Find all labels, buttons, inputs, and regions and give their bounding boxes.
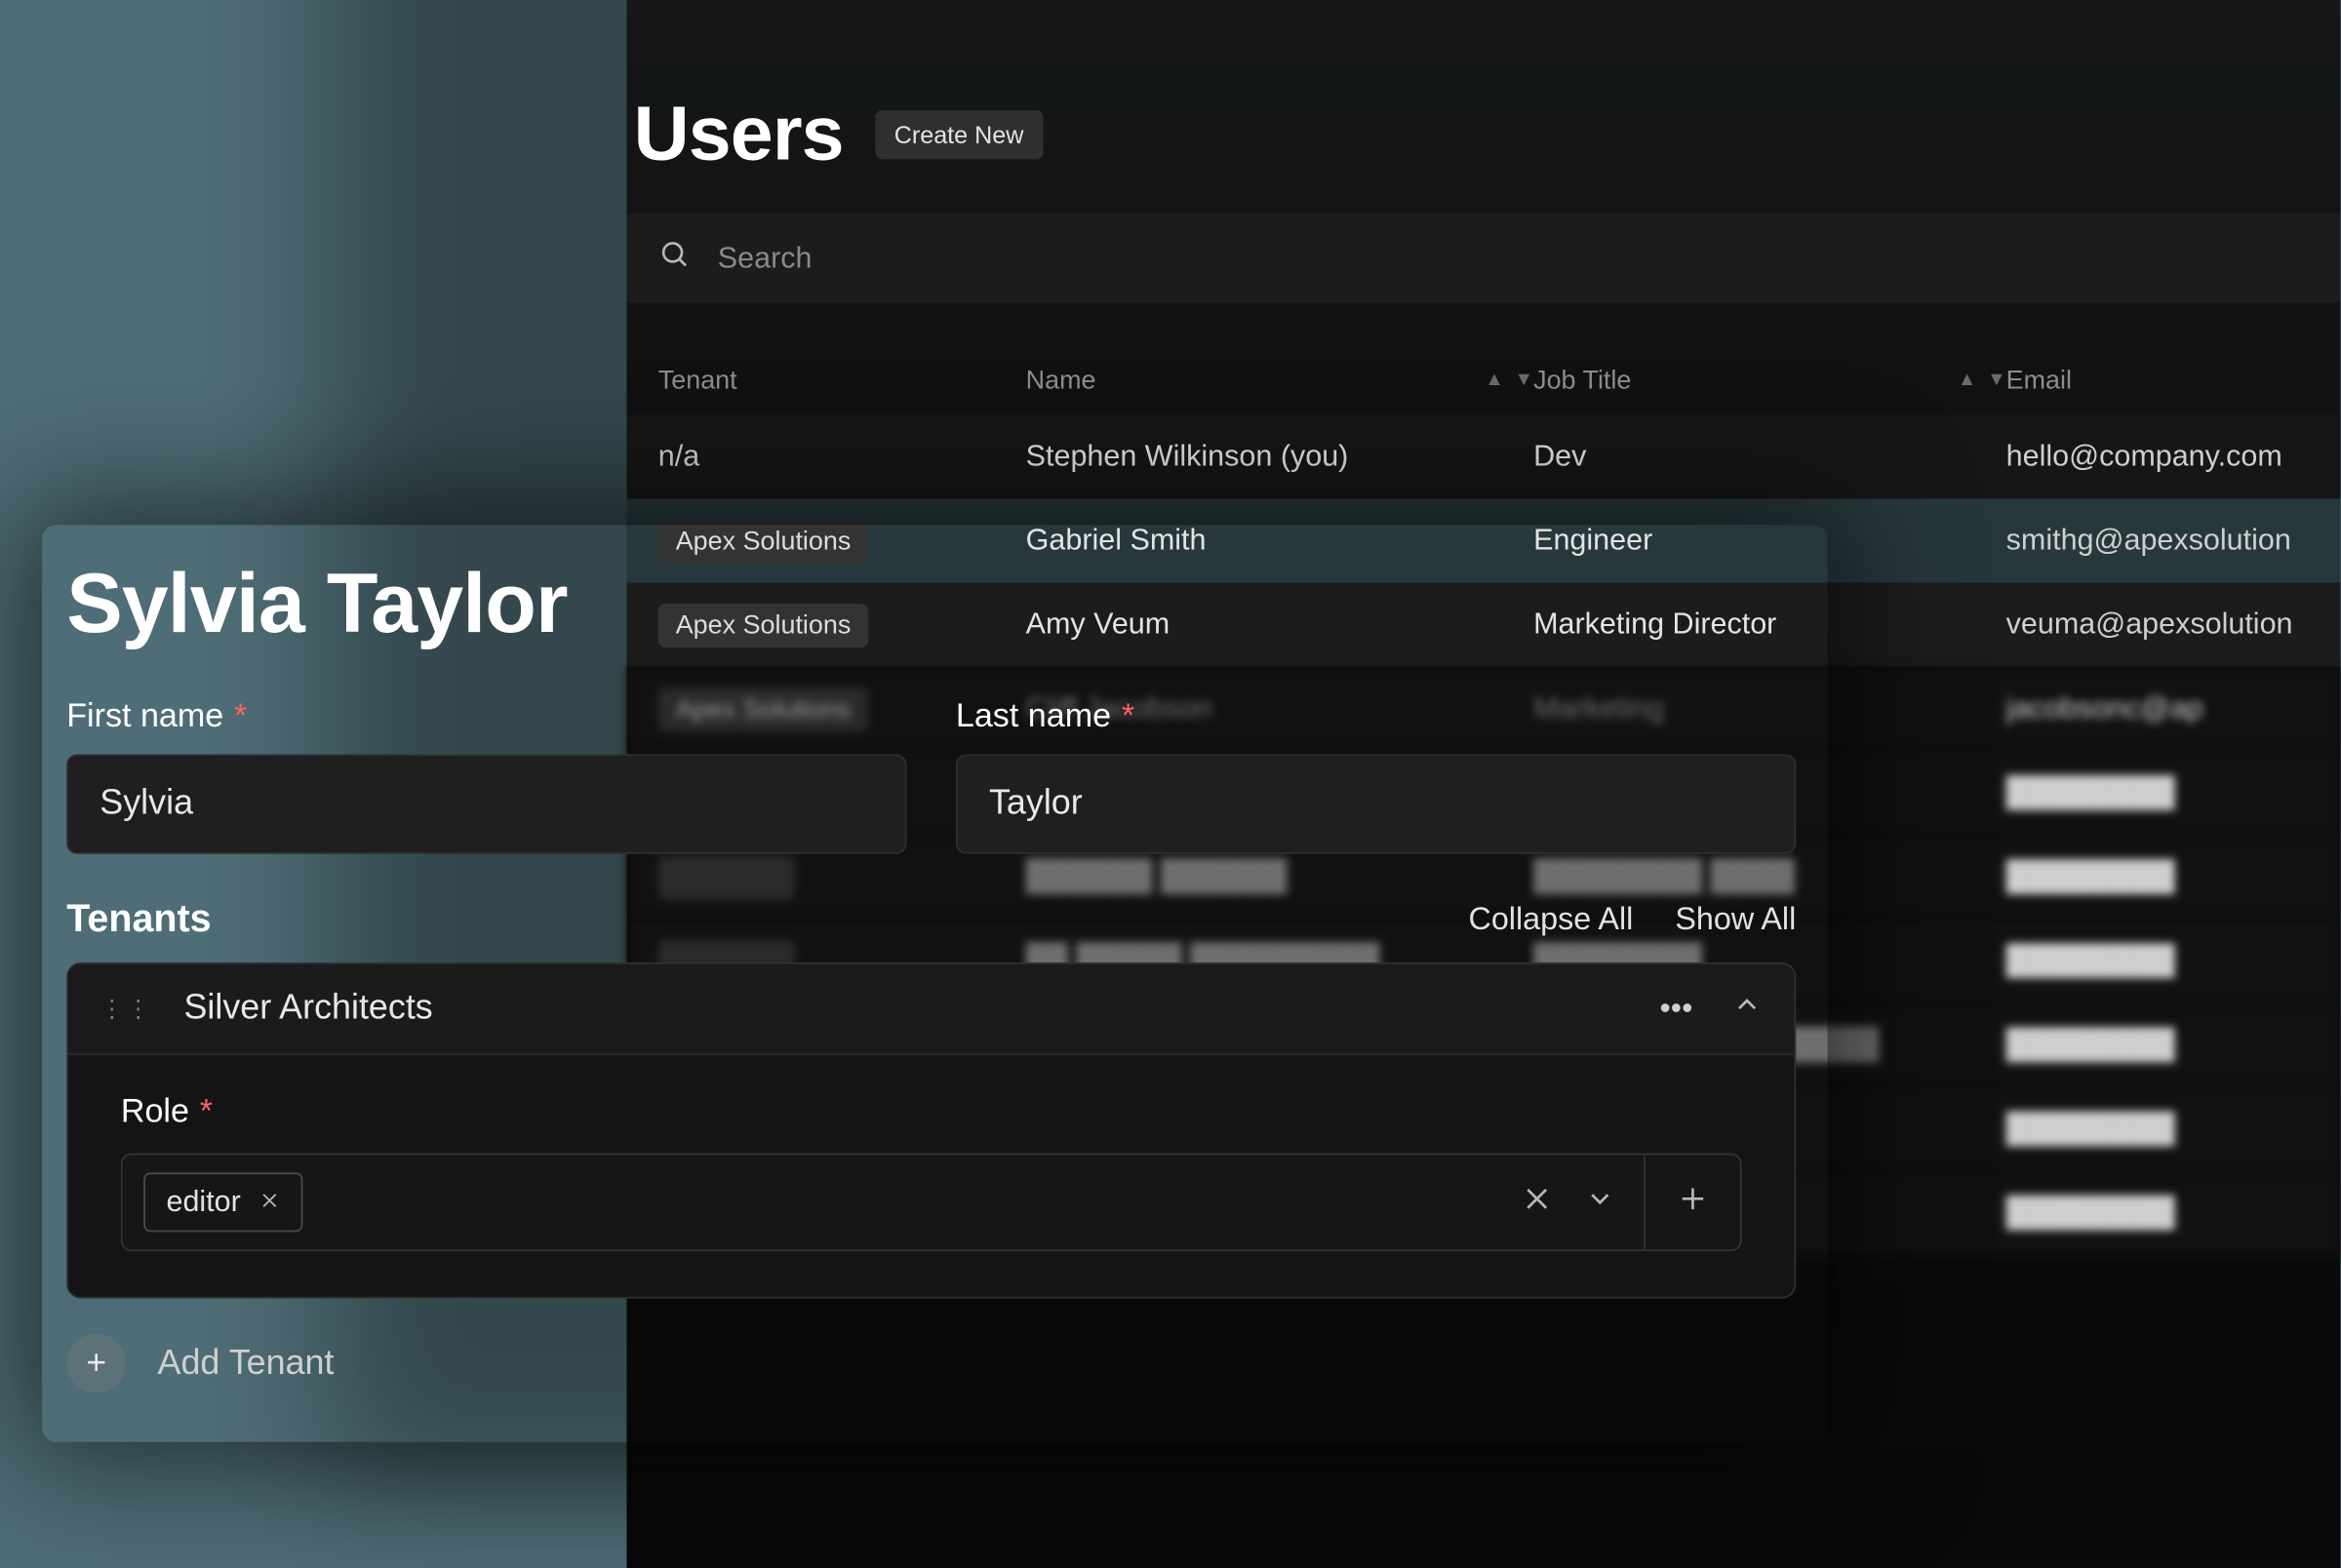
sort-name-asc-icon[interactable]: ▲ bbox=[1485, 370, 1504, 391]
job-cell: Dev bbox=[1533, 439, 2006, 474]
add-tenant-button[interactable]: + bbox=[66, 1334, 126, 1393]
table-header: Tenant Name ▲ ▼ Job Title ▲ ▼ Email bbox=[626, 345, 2340, 415]
tenants-heading: Tenants bbox=[66, 896, 211, 942]
role-select[interactable]: editor bbox=[121, 1154, 1742, 1252]
sort-job-desc-icon[interactable]: ▼ bbox=[1987, 370, 2006, 391]
first-name-field: First name * bbox=[66, 698, 906, 854]
last-name-label: Last name bbox=[956, 698, 1111, 736]
plus-icon bbox=[1677, 1182, 1708, 1222]
required-indicator: * bbox=[234, 698, 247, 736]
add-tenant-label: Add Tenant bbox=[158, 1343, 335, 1383]
plus-icon: + bbox=[86, 1343, 106, 1383]
email-cell: hello@company.com bbox=[2006, 439, 2309, 474]
tenant-cell: n/a bbox=[658, 439, 699, 472]
col-name[interactable]: Name ▲ ▼ bbox=[1026, 365, 1533, 395]
search-input[interactable] bbox=[718, 241, 2309, 276]
role-tag: editor bbox=[143, 1172, 301, 1232]
last-name-field: Last name * bbox=[956, 698, 1796, 854]
remove-role-button[interactable] bbox=[258, 1189, 280, 1217]
open-role-dropdown-button[interactable] bbox=[1584, 1182, 1615, 1222]
create-new-button[interactable]: Create New bbox=[875, 110, 1043, 159]
collapse-card-button[interactable] bbox=[1731, 989, 1763, 1029]
tenant-card-header: ⋮⋮ Silver Architects ••• bbox=[68, 964, 1795, 1055]
page-title: Users bbox=[634, 91, 844, 178]
more-options-button[interactable]: ••• bbox=[1659, 991, 1692, 1028]
name-cell: Stephen Wilkinson (you) bbox=[1026, 439, 1533, 474]
show-all-button[interactable]: Show All bbox=[1675, 900, 1796, 937]
email-cell: jacobsonc@ap bbox=[2006, 691, 2309, 726]
sort-name-desc-icon[interactable]: ▼ bbox=[1515, 370, 1534, 391]
col-tenant[interactable]: Tenant bbox=[658, 365, 1026, 395]
sort-job-asc-icon[interactable]: ▲ bbox=[1958, 370, 1977, 391]
add-role-button[interactable] bbox=[1646, 1155, 1740, 1249]
email-cell: veuma@apexsolution bbox=[2006, 608, 2309, 643]
drag-handle-icon[interactable]: ⋮⋮ bbox=[99, 994, 152, 1024]
email-cell: smithg@apexsolution bbox=[2006, 524, 2309, 559]
clear-roles-button[interactable] bbox=[1522, 1182, 1553, 1222]
role-label: Role bbox=[121, 1094, 189, 1132]
collapse-all-button[interactable]: Collapse All bbox=[1469, 900, 1634, 937]
search-icon bbox=[658, 238, 690, 278]
role-tag-label: editor bbox=[166, 1185, 240, 1220]
search-bar[interactable] bbox=[626, 214, 2340, 303]
table-row[interactable]: n/a Stephen Wilkinson (you) Dev hello@co… bbox=[626, 414, 2340, 498]
tenant-card: ⋮⋮ Silver Architects ••• Role * bbox=[66, 962, 1796, 1299]
more-horizontal-icon: ••• bbox=[1659, 991, 1692, 1026]
chevron-up-icon bbox=[1731, 993, 1763, 1028]
tenant-card-title: Silver Architects bbox=[183, 989, 1628, 1029]
edit-user-name-heading: Sylvia Taylor bbox=[66, 557, 1796, 653]
required-indicator: * bbox=[200, 1094, 213, 1132]
col-job-title[interactable]: Job Title ▲ ▼ bbox=[1533, 365, 2006, 395]
last-name-input[interactable] bbox=[956, 754, 1796, 853]
col-email[interactable]: Email bbox=[2006, 365, 2309, 395]
first-name-label: First name bbox=[66, 698, 223, 736]
add-tenant-row[interactable]: + Add Tenant bbox=[66, 1334, 1796, 1393]
edit-user-drawer: Sylvia Taylor First name * Last name * T… bbox=[42, 525, 1828, 1441]
required-indicator: * bbox=[1122, 698, 1134, 736]
first-name-input[interactable] bbox=[66, 754, 906, 853]
users-header: Users Create New bbox=[626, 70, 2340, 214]
